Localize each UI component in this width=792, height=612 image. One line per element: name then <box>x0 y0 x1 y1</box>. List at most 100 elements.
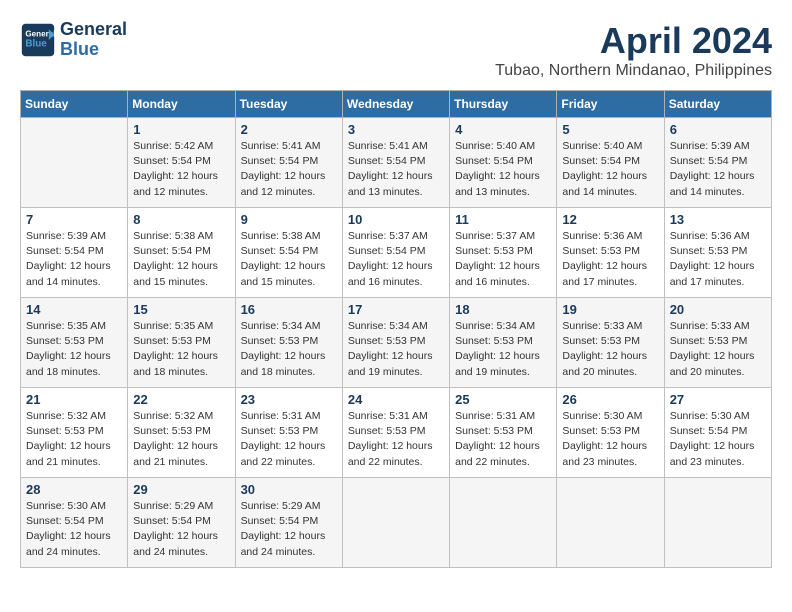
calendar-cell: 18 Sunrise: 5:34 AM Sunset: 5:53 PM Dayli… <box>450 298 557 388</box>
calendar-cell <box>342 478 449 568</box>
day-number: 30 <box>241 482 337 497</box>
day-number: 8 <box>133 212 229 227</box>
calendar-cell: 1 Sunrise: 5:42 AM Sunset: 5:54 PM Daylig… <box>128 118 235 208</box>
logo-text-line2: Blue <box>60 40 127 60</box>
day-info: Sunrise: 5:32 AM Sunset: 5:53 PM Dayligh… <box>26 409 122 470</box>
day-info: Sunrise: 5:37 AM Sunset: 5:54 PM Dayligh… <box>348 229 444 290</box>
col-monday: Monday <box>128 91 235 118</box>
day-number: 4 <box>455 122 551 137</box>
day-number: 13 <box>670 212 766 227</box>
day-info: Sunrise: 5:32 AM Sunset: 5:53 PM Dayligh… <box>133 409 229 470</box>
calendar-cell: 23Sunrise: 5:31 AM Sunset: 5:53 PM Dayli… <box>235 388 342 478</box>
day-number: 6 <box>670 122 766 137</box>
title-section: April 2024 Tubao, Northern Mindanao, Phi… <box>495 20 772 80</box>
calendar-cell: 15 Sunrise: 5:35 AM Sunset: 5:53 PM Dayli… <box>128 298 235 388</box>
day-info: Sunrise: 5:31 AM Sunset: 5:53 PM Dayligh… <box>348 409 444 470</box>
calendar-cell: 26Sunrise: 5:30 AM Sunset: 5:53 PM Dayli… <box>557 388 664 478</box>
location-title: Tubao, Northern Mindanao, Philippines <box>495 62 772 80</box>
logo-text-line1: General <box>60 20 127 40</box>
day-number: 15 <box>133 302 229 317</box>
day-number: 22 <box>133 392 229 407</box>
day-info: Sunrise: 5:34 AM Sunset: 5:53 PM Dayligh… <box>348 319 444 380</box>
day-number: 17 <box>348 302 444 317</box>
day-info: Sunrise: 5:36 AM Sunset: 5:53 PM Dayligh… <box>670 229 766 290</box>
day-number: 21 <box>26 392 122 407</box>
calendar-table: Sunday Monday Tuesday Wednesday Thursday… <box>20 90 772 568</box>
calendar-cell: 17 Sunrise: 5:34 AM Sunset: 5:53 PM Dayli… <box>342 298 449 388</box>
calendar-cell: 4 Sunrise: 5:40 AM Sunset: 5:54 PM Daylig… <box>450 118 557 208</box>
day-info: Sunrise: 5:40 AM Sunset: 5:54 PM Dayligh… <box>562 139 658 200</box>
logo: General Blue General Blue <box>20 20 127 60</box>
calendar-cell: 7 Sunrise: 5:39 AM Sunset: 5:54 PM Daylig… <box>21 208 128 298</box>
day-number: 25 <box>455 392 551 407</box>
calendar-cell: 16 Sunrise: 5:34 AM Sunset: 5:53 PM Dayli… <box>235 298 342 388</box>
day-number: 26 <box>562 392 658 407</box>
svg-text:Blue: Blue <box>25 38 47 49</box>
day-number: 19 <box>562 302 658 317</box>
col-saturday: Saturday <box>664 91 771 118</box>
day-info: Sunrise: 5:34 AM Sunset: 5:53 PM Dayligh… <box>241 319 337 380</box>
day-number: 28 <box>26 482 122 497</box>
day-number: 12 <box>562 212 658 227</box>
day-info: Sunrise: 5:35 AM Sunset: 5:53 PM Dayligh… <box>133 319 229 380</box>
calendar-cell <box>450 478 557 568</box>
day-number: 5 <box>562 122 658 137</box>
col-sunday: Sunday <box>21 91 128 118</box>
day-info: Sunrise: 5:34 AM Sunset: 5:53 PM Dayligh… <box>455 319 551 380</box>
calendar-cell: 3Sunrise: 5:41 AM Sunset: 5:54 PM Daylig… <box>342 118 449 208</box>
day-number: 16 <box>241 302 337 317</box>
calendar-cell <box>21 118 128 208</box>
day-number: 7 <box>26 212 122 227</box>
day-info: Sunrise: 5:35 AM Sunset: 5:53 PM Dayligh… <box>26 319 122 380</box>
day-number: 2 <box>241 122 337 137</box>
calendar-cell: 8 Sunrise: 5:38 AM Sunset: 5:54 PM Daylig… <box>128 208 235 298</box>
day-info: Sunrise: 5:39 AM Sunset: 5:54 PM Dayligh… <box>26 229 122 290</box>
day-info: Sunrise: 5:29 AM Sunset: 5:54 PM Dayligh… <box>133 499 229 560</box>
day-info: Sunrise: 5:40 AM Sunset: 5:54 PM Dayligh… <box>455 139 551 200</box>
day-number: 9 <box>241 212 337 227</box>
calendar-cell: 19 Sunrise: 5:33 AM Sunset: 5:53 PM Dayli… <box>557 298 664 388</box>
calendar-cell: 25 Sunrise: 5:31 AM Sunset: 5:53 PM Dayli… <box>450 388 557 478</box>
calendar-cell <box>557 478 664 568</box>
calendar-cell: 22 Sunrise: 5:32 AM Sunset: 5:53 PM Dayli… <box>128 388 235 478</box>
calendar-week-row: 21 Sunrise: 5:32 AM Sunset: 5:53 PM Dayli… <box>21 388 772 478</box>
calendar-body: 1 Sunrise: 5:42 AM Sunset: 5:54 PM Daylig… <box>21 118 772 568</box>
day-number: 23 <box>241 392 337 407</box>
calendar-week-row: 14 Sunrise: 5:35 AM Sunset: 5:53 PM Dayli… <box>21 298 772 388</box>
col-thursday: Thursday <box>450 91 557 118</box>
day-number: 27 <box>670 392 766 407</box>
calendar-cell: 28 Sunrise: 5:30 AM Sunset: 5:54 PM Dayli… <box>21 478 128 568</box>
day-number: 18 <box>455 302 551 317</box>
page-header: General Blue General Blue April 2024 Tub… <box>20 20 772 80</box>
day-info: Sunrise: 5:38 AM Sunset: 5:54 PM Dayligh… <box>241 229 337 290</box>
col-friday: Friday <box>557 91 664 118</box>
day-info: Sunrise: 5:42 AM Sunset: 5:54 PM Dayligh… <box>133 139 229 200</box>
calendar-cell: 20Sunrise: 5:33 AM Sunset: 5:53 PM Dayli… <box>664 298 771 388</box>
calendar-cell: 9 Sunrise: 5:38 AM Sunset: 5:54 PM Daylig… <box>235 208 342 298</box>
calendar-week-row: 28 Sunrise: 5:30 AM Sunset: 5:54 PM Dayli… <box>21 478 772 568</box>
day-info: Sunrise: 5:30 AM Sunset: 5:54 PM Dayligh… <box>26 499 122 560</box>
col-wednesday: Wednesday <box>342 91 449 118</box>
month-title: April 2024 <box>495 20 772 62</box>
day-info: Sunrise: 5:36 AM Sunset: 5:53 PM Dayligh… <box>562 229 658 290</box>
day-number: 24 <box>348 392 444 407</box>
day-info: Sunrise: 5:33 AM Sunset: 5:53 PM Dayligh… <box>670 319 766 380</box>
day-number: 1 <box>133 122 229 137</box>
day-number: 3 <box>348 122 444 137</box>
calendar-week-row: 7 Sunrise: 5:39 AM Sunset: 5:54 PM Daylig… <box>21 208 772 298</box>
calendar-cell <box>664 478 771 568</box>
calendar-week-row: 1 Sunrise: 5:42 AM Sunset: 5:54 PM Daylig… <box>21 118 772 208</box>
day-number: 14 <box>26 302 122 317</box>
day-info: Sunrise: 5:33 AM Sunset: 5:53 PM Dayligh… <box>562 319 658 380</box>
calendar-cell: 5 Sunrise: 5:40 AM Sunset: 5:54 PM Daylig… <box>557 118 664 208</box>
calendar-header-row: Sunday Monday Tuesday Wednesday Thursday… <box>21 91 772 118</box>
day-info: Sunrise: 5:39 AM Sunset: 5:54 PM Dayligh… <box>670 139 766 200</box>
calendar-cell: 11Sunrise: 5:37 AM Sunset: 5:53 PM Dayli… <box>450 208 557 298</box>
calendar-cell: 29Sunrise: 5:29 AM Sunset: 5:54 PM Dayli… <box>128 478 235 568</box>
day-number: 11 <box>455 212 551 227</box>
day-info: Sunrise: 5:38 AM Sunset: 5:54 PM Dayligh… <box>133 229 229 290</box>
calendar-cell: 6 Sunrise: 5:39 AM Sunset: 5:54 PM Daylig… <box>664 118 771 208</box>
calendar-cell: 30Sunrise: 5:29 AM Sunset: 5:54 PM Dayli… <box>235 478 342 568</box>
day-info: Sunrise: 5:31 AM Sunset: 5:53 PM Dayligh… <box>455 409 551 470</box>
logo-icon: General Blue <box>20 22 56 58</box>
